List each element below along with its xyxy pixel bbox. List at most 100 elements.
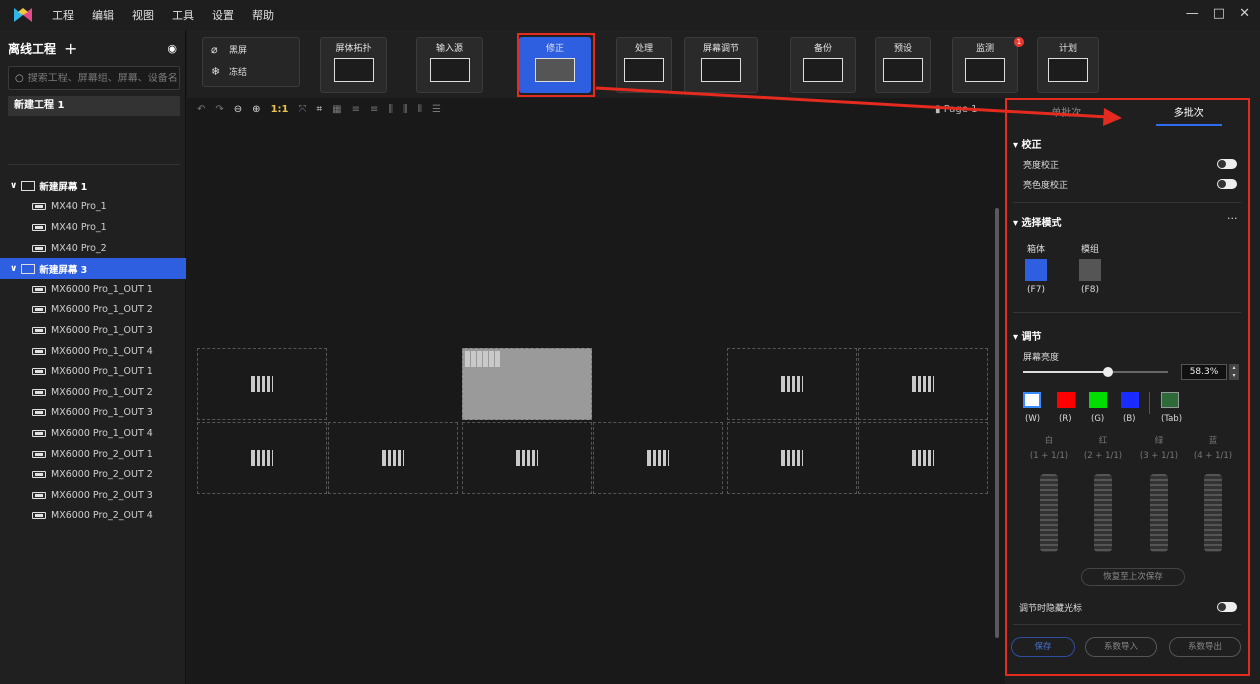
grid-icon[interactable]: ▦ xyxy=(332,104,341,115)
tree-device-item[interactable]: MX6000 Pro_2_OUT 2 xyxy=(0,464,186,485)
zoom-in-icon[interactable]: ⊕ xyxy=(252,104,260,115)
tree-device-item[interactable]: MX6000 Pro_1_OUT 3 xyxy=(0,320,186,341)
toolbar-ribbon: ⌀ 黑屏 ❄ 冻结 屏体拓扑 输入源 修正 处理 屏幕调节 备份 预设 监测 计划 xyxy=(187,30,1260,98)
section-adjust[interactable]: ▾ 调节 xyxy=(1013,328,1042,343)
zoom-1-1[interactable]: 1:1 xyxy=(271,104,289,115)
undo-icon[interactable]: ↶ xyxy=(197,104,205,115)
hide-cursor-toggle[interactable] xyxy=(1217,602,1237,612)
import-coef-button[interactable]: 系数导入 xyxy=(1085,637,1157,657)
cabinet[interactable] xyxy=(197,422,327,494)
menu-project[interactable]: 工程 xyxy=(52,7,74,23)
swatch-green[interactable] xyxy=(1089,392,1107,408)
channel-white-slider[interactable] xyxy=(1040,474,1058,552)
tree-device-item[interactable]: MX40 Pro_1 xyxy=(0,217,186,238)
tree-device-item[interactable]: MX6000 Pro_1_OUT 4 xyxy=(0,341,186,362)
divider xyxy=(1013,202,1241,203)
brightness-value[interactable]: 58.3% xyxy=(1181,364,1227,380)
add-project-button[interactable]: + xyxy=(64,40,77,56)
swatch-blue[interactable] xyxy=(1121,392,1139,408)
menu-edit[interactable]: 编辑 xyxy=(92,7,114,23)
brightness-slider[interactable] xyxy=(1023,367,1168,377)
eye-icon[interactable]: ◉ xyxy=(167,42,177,55)
cabinet-selected[interactable] xyxy=(462,348,592,420)
tree-screen-item[interactable]: ∨ 新建屏幕 3 xyxy=(0,258,186,279)
cabinet[interactable] xyxy=(328,422,458,494)
section-correction[interactable]: ▾ 校正 xyxy=(1013,136,1042,151)
tree-device-item[interactable]: MX6000 Pro_2_OUT 1 xyxy=(0,444,186,465)
brightness-slider-knob[interactable] xyxy=(1102,367,1113,377)
more-icon[interactable]: ··· xyxy=(1227,212,1238,225)
distribute-h-icon[interactable]: ⦀ xyxy=(418,104,422,115)
tree-device-item[interactable]: MX40 Pro_1 xyxy=(0,197,186,218)
vertical-scrollbar[interactable] xyxy=(995,208,999,638)
menu-view[interactable]: 视图 xyxy=(132,7,154,23)
ribbon-button-topology[interactable]: 屏体拓扑 xyxy=(320,37,387,93)
tree-device-item[interactable]: MX6000 Pro_2_OUT 4 xyxy=(0,506,186,527)
zoom-out-icon[interactable]: ⊖ xyxy=(234,104,242,115)
tab-multi-batch[interactable]: 多批次 xyxy=(1128,104,1251,124)
ribbon-button-backup[interactable]: 备份 xyxy=(790,37,856,93)
swatch-white[interactable] xyxy=(1023,392,1041,408)
mode-cabinet[interactable]: 箱体 (F7) xyxy=(1021,242,1051,295)
ribbon-button-preset[interactable]: 预设 xyxy=(875,37,931,93)
cabinet[interactable] xyxy=(197,348,327,420)
cabinet[interactable] xyxy=(858,422,988,494)
brightness-correction-toggle[interactable] xyxy=(1217,159,1237,169)
menu-settings[interactable]: 设置 xyxy=(212,7,234,23)
tree-device-item[interactable]: MX6000 Pro_1_OUT 3 xyxy=(0,403,186,424)
tree-device-item[interactable]: MX6000 Pro_1_OUT 1 xyxy=(0,279,186,300)
channel-red-slider[interactable] xyxy=(1094,474,1112,552)
close-button[interactable]: ✕ xyxy=(1239,6,1250,21)
black-screen-button[interactable]: ⌀ 黑屏 xyxy=(203,38,299,60)
mode-module[interactable]: 模组 (F8) xyxy=(1075,242,1105,295)
tree-device-item[interactable]: MX6000 Pro_1_OUT 1 xyxy=(0,361,186,382)
minimize-button[interactable]: — xyxy=(1186,6,1199,21)
select-icon[interactable]: ⌗ xyxy=(316,104,322,115)
project-item[interactable]: 新建工程 1 xyxy=(8,96,180,116)
ribbon-button-schedule[interactable]: 计划 xyxy=(1037,37,1099,93)
chevron-down-icon[interactable]: ∨ xyxy=(10,181,17,191)
align-top-icon[interactable]: ⫼ xyxy=(388,104,393,115)
ribbon-button-monitor[interactable]: 监测 xyxy=(952,37,1018,93)
channel-blue-slider[interactable] xyxy=(1204,474,1222,552)
cabinet[interactable] xyxy=(727,422,857,494)
search-input[interactable] xyxy=(27,72,178,84)
tree-screen-item[interactable]: ∨ 新建屏幕 1 xyxy=(0,176,186,197)
swatch-red[interactable] xyxy=(1057,392,1075,408)
distribute-v-icon[interactable]: ☰ xyxy=(432,104,441,115)
page-indicator[interactable]: ▮ Page 1 xyxy=(935,104,977,115)
cabinet[interactable] xyxy=(593,422,723,494)
ribbon-button-screen-adjust[interactable]: 屏幕调节 xyxy=(684,37,758,93)
ribbon-button-processing[interactable]: 处理 xyxy=(616,37,672,93)
monitor-badge: 1 xyxy=(1014,37,1024,47)
cabinet[interactable] xyxy=(727,348,857,420)
restore-button[interactable]: 恢复至上次保存 xyxy=(1081,568,1185,586)
tab-single-batch[interactable]: 单批次 xyxy=(1005,104,1128,124)
align-bottom-icon[interactable]: ⫼ xyxy=(403,104,408,115)
channel-green-slider[interactable] xyxy=(1150,474,1168,552)
save-button[interactable]: 保存 xyxy=(1011,637,1075,657)
tree-device-item[interactable]: MX6000 Pro_2_OUT 3 xyxy=(0,485,186,506)
menu-help[interactable]: 帮助 xyxy=(252,7,274,23)
chevron-down-icon[interactable]: ∨ xyxy=(10,264,17,274)
image-icon[interactable] xyxy=(1161,392,1179,408)
tree-device-item[interactable]: MX6000 Pro_1_OUT 2 xyxy=(0,300,186,321)
chroma-correction-toggle[interactable] xyxy=(1217,179,1237,189)
redo-icon[interactable]: ↷ xyxy=(215,104,223,115)
tree-device-item[interactable]: MX40 Pro_2 xyxy=(0,238,186,259)
tree-device-item[interactable]: MX6000 Pro_1_OUT 2 xyxy=(0,382,186,403)
ribbon-button-input-source[interactable]: 输入源 xyxy=(416,37,483,93)
align-left-icon[interactable]: ≡ xyxy=(352,104,360,115)
cabinet[interactable] xyxy=(858,348,988,420)
section-select-mode[interactable]: ▾ 选择模式 xyxy=(1013,214,1062,229)
brightness-spinner[interactable]: ▴ ▾ xyxy=(1229,364,1239,380)
fit-icon[interactable]: ⤧ xyxy=(298,104,306,115)
freeze-button[interactable]: ❄ 冻结 xyxy=(203,60,299,82)
export-coef-button[interactable]: 系数导出 xyxy=(1169,637,1241,657)
menu-tools[interactable]: 工具 xyxy=(172,7,194,23)
cabinet[interactable] xyxy=(462,422,592,494)
maximize-button[interactable]: □ xyxy=(1213,6,1225,21)
tree-device-item[interactable]: MX6000 Pro_1_OUT 4 xyxy=(0,423,186,444)
align-center-icon[interactable]: ≡ xyxy=(370,104,378,115)
module-grid xyxy=(465,351,501,367)
